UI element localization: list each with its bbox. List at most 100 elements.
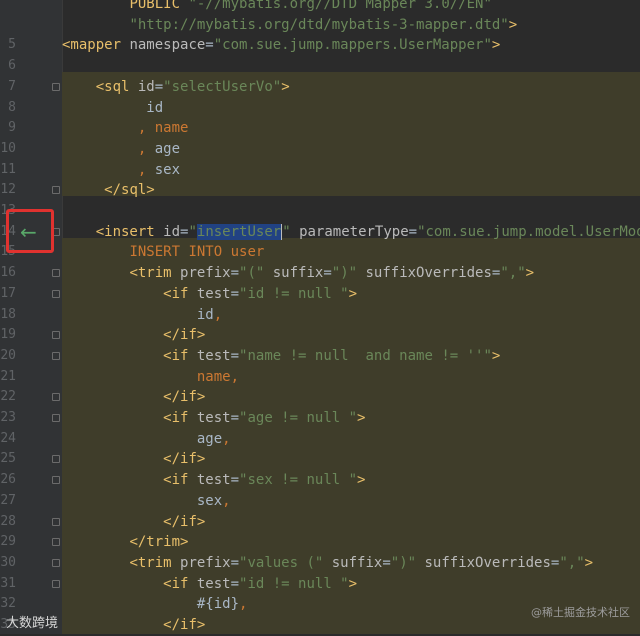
code-line[interactable]: <if test="id != null ">	[62, 284, 357, 305]
code-token: age	[62, 430, 223, 447]
code-token: sex	[154, 161, 181, 178]
code-token: </if>	[163, 513, 206, 530]
code-line[interactable]: </sql>	[62, 180, 155, 201]
code-token: </if>	[163, 389, 206, 406]
code-line[interactable]: </if>	[62, 615, 205, 634]
line-number: 11	[0, 161, 16, 177]
code-line[interactable]: name,	[62, 367, 239, 388]
fold-marker-icon[interactable]	[52, 289, 60, 298]
code-line[interactable]: <if test="sex != null ">	[62, 470, 365, 491]
code-token: prefix	[180, 265, 231, 282]
code-line[interactable]: , age	[62, 139, 180, 160]
line-number	[0, 0, 16, 15]
line-number: 24	[0, 430, 16, 446]
code-token: insertUser	[196, 223, 282, 240]
code-token: ,	[213, 306, 223, 323]
code-token: ","	[559, 554, 585, 571]
fold-marker-icon[interactable]	[52, 579, 60, 588]
code-token: id	[163, 223, 181, 240]
code-token: "	[282, 223, 291, 240]
arrow-left-icon[interactable]: ←	[20, 220, 37, 244]
fold-marker-icon[interactable]	[52, 538, 60, 547]
code-line[interactable]: <if test="name != null and name != ''">	[62, 346, 500, 367]
fold-marker-icon[interactable]	[52, 269, 60, 278]
code-line[interactable]: </if>	[62, 512, 205, 533]
code-token: >	[525, 265, 535, 282]
code-line[interactable]: <trim prefix="(" suffix=")" suffixOverri…	[62, 263, 534, 284]
line-number: 29	[0, 534, 16, 550]
fold-marker-icon[interactable]	[52, 331, 60, 340]
code-token: "com.sue.jump.mappers.UserMapper"	[213, 37, 492, 54]
code-line[interactable]: <if test="age != null ">	[62, 408, 365, 429]
line-number: 5	[8, 37, 16, 53]
code-token: >	[357, 410, 366, 426]
code-line[interactable]: , sex	[62, 160, 180, 181]
code-line[interactable]: <insert id="insertUser" parameterType="c…	[62, 222, 640, 243]
code-line[interactable]: , name	[62, 118, 189, 139]
fold-marker-icon[interactable]	[52, 393, 60, 402]
code-token: <insert	[95, 223, 164, 240]
code-line[interactable]: <mapper namespace="com.sue.jump.mappers.…	[62, 35, 500, 56]
code-line[interactable]: </trim>	[62, 532, 188, 553]
code-token: =	[230, 410, 240, 426]
code-token: ,	[222, 430, 231, 447]
code-line[interactable]: <sql id="selectUserVo">	[62, 77, 290, 98]
code-token: age	[154, 140, 181, 157]
code-line[interactable]: "http://mybatis.org/dtd/mybatis-3-mapper…	[62, 15, 517, 36]
code-token: #{id}	[62, 596, 240, 613]
fold-marker-icon[interactable]	[52, 82, 60, 91]
code-line[interactable]: sex,	[62, 491, 231, 512]
code-line[interactable]: <if test="id != null ">	[62, 574, 357, 595]
line-number: 6	[8, 58, 16, 74]
fold-marker-icon[interactable]	[52, 414, 60, 422]
code-token: </sql>	[104, 182, 155, 199]
code-token: "	[188, 223, 197, 240]
code-token: =	[230, 554, 240, 571]
code-token: name	[154, 120, 189, 137]
code-token: parameterType	[299, 223, 409, 240]
code-token: id	[62, 306, 214, 323]
code-line[interactable]: </if>	[62, 387, 205, 408]
watermark-right: @稀土掘金技术社区	[531, 606, 630, 619]
code-line[interactable]: </if>	[62, 449, 205, 470]
code-token: suffix	[272, 265, 324, 282]
code-token: =	[154, 78, 164, 95]
code-token: <mapper	[62, 37, 130, 54]
code-line[interactable]: id,	[62, 305, 222, 326]
fold-marker-icon[interactable]	[52, 455, 60, 464]
line-number: 21	[0, 368, 16, 384]
code-token: =	[323, 265, 332, 282]
code-token: =	[382, 554, 391, 571]
code-editor[interactable]: PUBLIC "-//mybatis.org//DTD Mapper 3.0//…	[62, 0, 640, 634]
line-number: 25	[0, 451, 16, 467]
code-token: user	[230, 244, 265, 261]
fold-marker-icon[interactable]	[52, 517, 60, 526]
fold-marker-icon[interactable]	[52, 476, 60, 485]
code-token: ,	[222, 492, 231, 509]
line-number: 10	[0, 140, 16, 156]
code-token: <if	[163, 575, 197, 592]
code-token: name,	[196, 368, 240, 385]
code-token: <trim	[129, 265, 181, 282]
fold-marker-icon[interactable]	[52, 186, 60, 195]
code-token: test	[196, 472, 231, 489]
code-line[interactable]: id	[62, 98, 163, 119]
code-token: "com.sue.jump.model.UserModel"	[417, 223, 640, 240]
code-line[interactable]: PUBLIC "-//mybatis.org//DTD Mapper 3.0//…	[62, 0, 491, 15]
line-number: 31	[0, 575, 16, 591]
code-line[interactable]: <trim prefix="values (" suffix=")" suffi…	[62, 553, 593, 574]
fold-marker-icon[interactable]	[52, 351, 60, 360]
code-line[interactable]: age,	[62, 429, 231, 450]
fold-marker-icon[interactable]	[52, 558, 60, 567]
code-line[interactable]: </if>	[62, 325, 205, 346]
code-line[interactable]: #{id},	[62, 594, 248, 615]
code-line[interactable]: INSERT INTO user	[62, 242, 264, 263]
code-token: "age != null "	[239, 410, 358, 426]
